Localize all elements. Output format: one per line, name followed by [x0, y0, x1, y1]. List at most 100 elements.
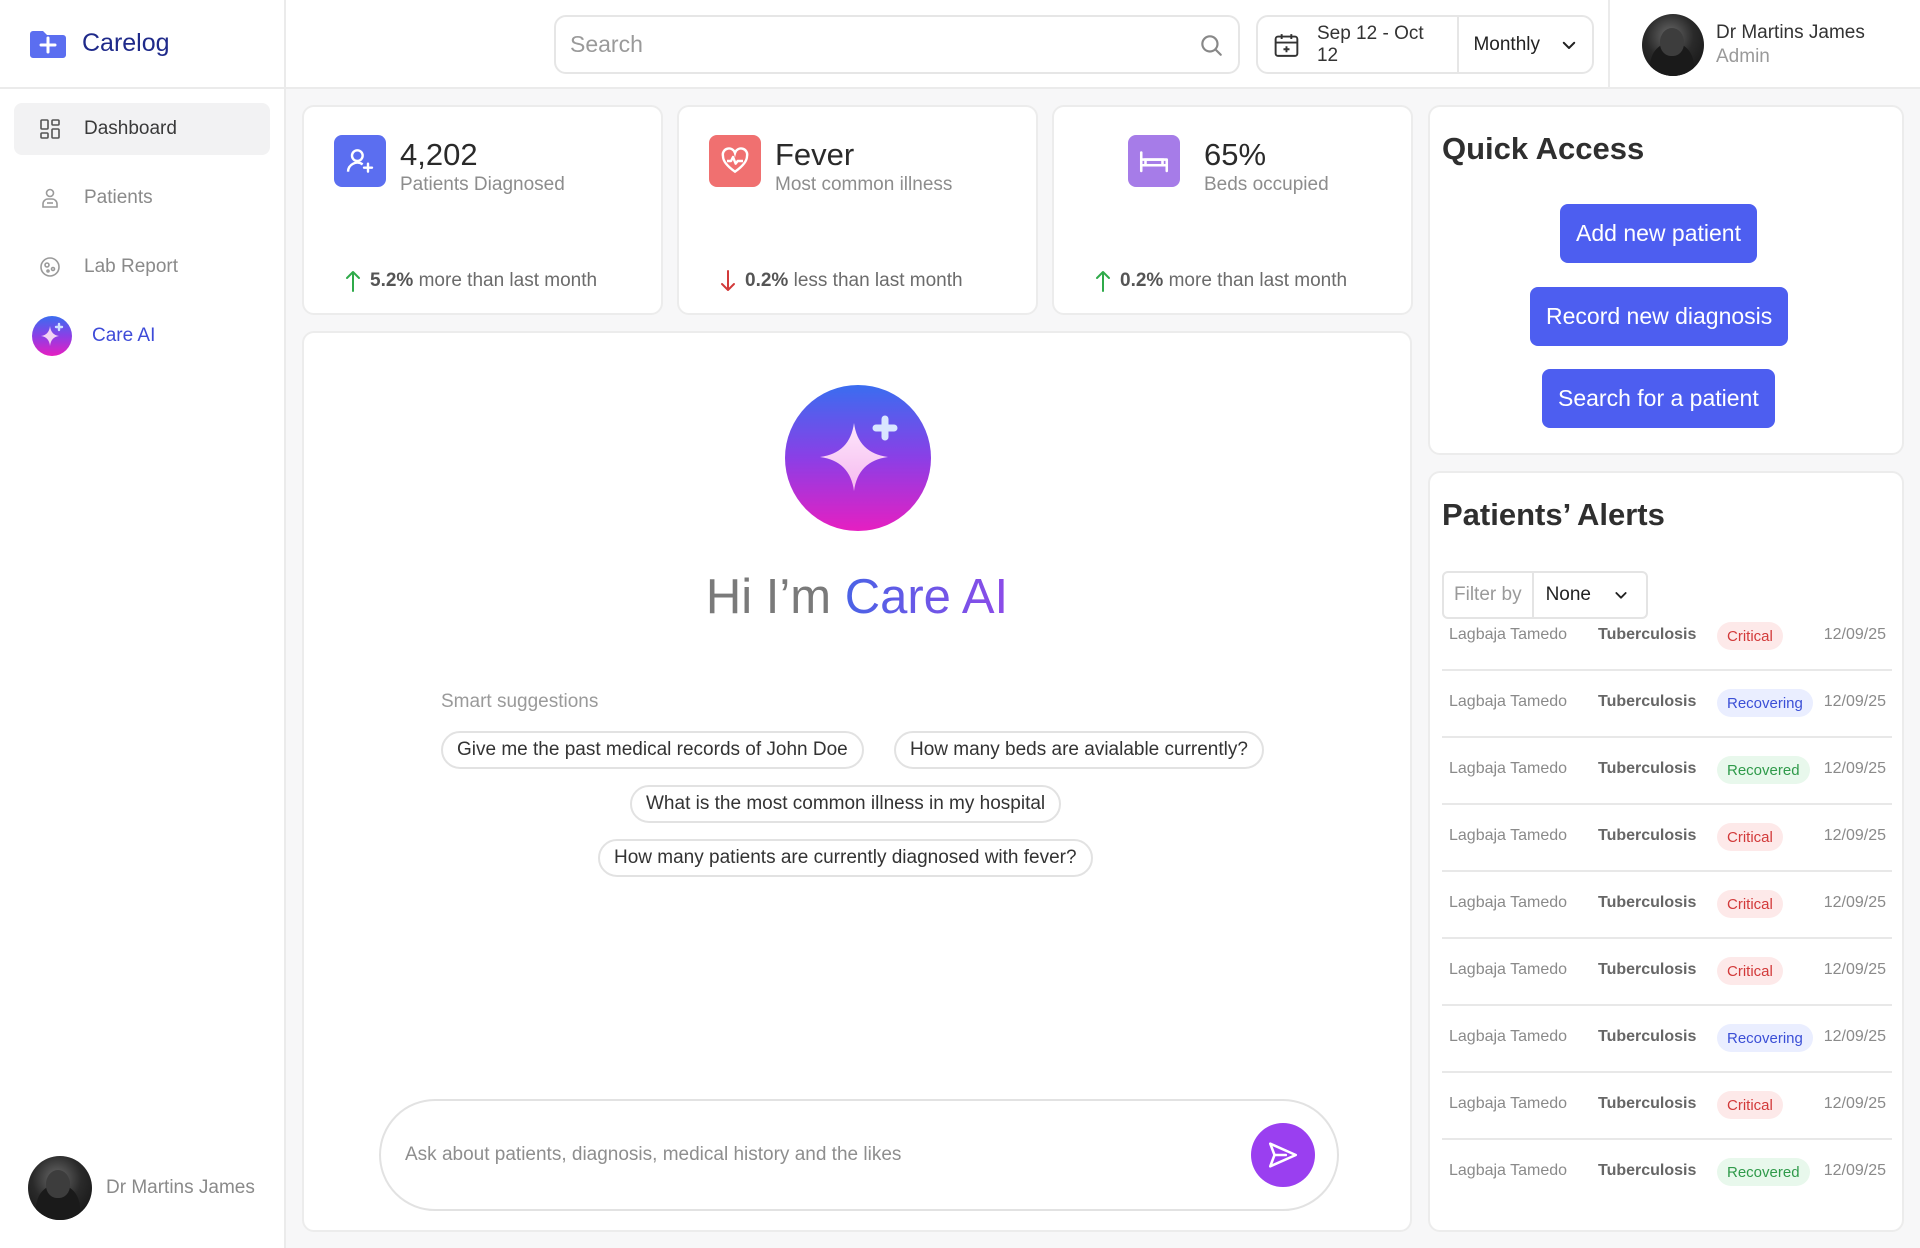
bed-icon [1128, 135, 1180, 187]
trend-text: more than last month [418, 270, 598, 291]
search-input[interactable] [570, 31, 1198, 58]
status-badge: Critical [1717, 890, 1783, 918]
stat-label: Most common illness [775, 174, 953, 195]
condition: Tuberculosis [1598, 1095, 1697, 1112]
care-ai-logo [785, 385, 931, 531]
ask-input[interactable] [405, 1144, 1251, 1166]
suggestion-chip[interactable]: How many patients are currently diagnose… [598, 839, 1093, 877]
add-new-patient-button[interactable]: Add new patient [1560, 204, 1757, 263]
date-range-picker[interactable]: Sep 12 - Oct 12 [1258, 17, 1460, 72]
send-icon [1268, 1142, 1298, 1168]
sidebar-user[interactable]: Dr Martins James [28, 1156, 255, 1220]
status-badge: Critical [1717, 622, 1783, 650]
sidebar-item-care-ai[interactable]: Care AI [14, 310, 270, 362]
user-profile[interactable]: Dr Martins James Admin [1608, 0, 1920, 89]
quick-access-title: Quick Access [1442, 131, 1645, 166]
stat-trend: 5.2% more than last month [344, 269, 597, 293]
patient-name: Lagbaja Tamedo [1449, 760, 1568, 777]
status-badge: Recovering [1717, 689, 1813, 717]
table-row[interactable]: Lagbaja Tamedo Tuberculosis Recovered 12/09… [1442, 738, 1892, 805]
patients-alerts-panel: Patients’ Alerts Filter by None Lagbaja … [1428, 471, 1904, 1232]
alert-date: 12/09/25 [1823, 760, 1886, 777]
alert-date: 12/09/25 [1823, 894, 1886, 911]
alert-date: 12/09/25 [1823, 827, 1886, 844]
date-filter: Sep 12 - Oct 12 Monthly [1256, 15, 1594, 74]
brand-name: Carelog [82, 29, 170, 57]
suggestion-chip[interactable]: Give me the past medical records of John… [441, 731, 864, 769]
trend-value: 0.2% [745, 270, 789, 291]
sidebar-user-name: Dr Martins James [106, 1177, 255, 1198]
arrow-up-icon [346, 271, 360, 292]
sidebar-item-label: Lab Report [84, 256, 179, 277]
sparkle-icon [820, 415, 898, 491]
condition: Tuberculosis [1598, 827, 1697, 844]
ask-bar [379, 1099, 1339, 1211]
brand[interactable]: Carelog [0, 0, 284, 89]
table-row[interactable]: Lagbaja Tamedo Tuberculosis Critical 12/09/… [1442, 939, 1892, 1006]
stat-card-patients-diagnosed: 4,202 Patients Diagnosed 5.2% more than … [302, 105, 663, 315]
search-icon[interactable] [1198, 32, 1224, 58]
sidebar-nav: Dashboard Patients Lab Report Care AI [0, 89, 284, 362]
trend-text: less than last month [793, 270, 963, 291]
sidebar-item-dashboard[interactable]: Dashboard [14, 103, 270, 155]
alert-date: 12/09/25 [1823, 1095, 1886, 1112]
table-row[interactable]: Lagbaja Tamedo Tuberculosis Critical 12/09/… [1442, 604, 1892, 671]
alert-date: 12/09/25 [1823, 626, 1886, 643]
user-name: Dr Martins James [1716, 21, 1865, 43]
condition: Tuberculosis [1598, 693, 1697, 710]
patient-icon [42, 188, 58, 208]
status-badge: Critical [1717, 957, 1783, 985]
stat-value: Fever [775, 137, 855, 172]
sparkle-icon [32, 316, 72, 356]
condition: Tuberculosis [1598, 626, 1697, 643]
grid-icon [40, 119, 60, 139]
suggestion-chip[interactable]: How many beds are avialable currently? [894, 731, 1264, 769]
table-row[interactable]: Lagbaja Tamedo Tuberculosis Critical 12/09/… [1442, 872, 1892, 939]
trend-value: 0.2% [1120, 270, 1164, 291]
patient-name: Lagbaja Tamedo [1449, 1095, 1568, 1112]
alert-date: 12/09/25 [1823, 1162, 1886, 1179]
stat-value: 65% [1204, 137, 1267, 172]
trend-text: more than last month [1168, 270, 1348, 291]
send-button[interactable] [1251, 1123, 1315, 1187]
record-new-diagnosis-button[interactable]: Record new diagnosis [1530, 287, 1789, 346]
patient-name: Lagbaja Tamedo [1449, 894, 1568, 911]
table-row[interactable]: Lagbaja Tamedo Tuberculosis Critical 12/09/… [1442, 1073, 1892, 1140]
patient-name: Lagbaja Tamedo [1449, 693, 1568, 710]
search-patient-button[interactable]: Search for a patient [1542, 369, 1775, 428]
sidebar: Carelog Dashboard Patients Lab Report Ca… [0, 0, 286, 1248]
date-range-text: Sep 12 - Oct 12 [1316, 22, 1424, 66]
table-row[interactable]: Lagbaja Tamedo Tuberculosis Recovered 12/09… [1442, 1140, 1892, 1207]
ai-name: Care AI [844, 570, 1009, 624]
patient-name: Lagbaja Tamedo [1449, 961, 1568, 978]
avatar [28, 1156, 92, 1220]
sidebar-item-patients[interactable]: Patients [14, 172, 270, 224]
status-badge: Recovered [1717, 756, 1810, 784]
table-row[interactable]: Lagbaja Tamedo Tuberculosis Recovering 12/0… [1442, 671, 1892, 738]
stat-trend: 0.2% less than last month [719, 269, 963, 293]
chevron-down-icon [1562, 41, 1576, 49]
stat-label: Patients Diagnosed [400, 174, 565, 195]
period-value: Monthly [1473, 33, 1540, 55]
stat-card-common-illness: Fever Most common illness 0.2% less than… [677, 105, 1038, 315]
filter-select[interactable]: None [1534, 584, 1641, 606]
stat-trend: 0.2% more than last month [1094, 269, 1347, 293]
folder-plus-icon [30, 30, 66, 58]
arrow-down-icon [721, 270, 735, 291]
condition: Tuberculosis [1598, 961, 1697, 978]
suggestion-chip[interactable]: What is the most common illness in my ho… [630, 785, 1062, 823]
alert-date: 12/09/25 [1823, 961, 1886, 978]
table-row[interactable]: Lagbaja Tamedo Tuberculosis Critical 12/09/… [1442, 805, 1892, 872]
condition: Tuberculosis [1598, 894, 1697, 911]
lab-icon [40, 257, 60, 277]
chevron-down-icon [1615, 592, 1627, 599]
alert-date: 12/09/25 [1823, 1028, 1886, 1045]
sidebar-item-label: Patients [84, 187, 153, 208]
search-bar[interactable] [554, 15, 1240, 74]
sidebar-item-lab-report[interactable]: Lab Report [14, 241, 270, 293]
period-select[interactable]: Monthly [1459, 34, 1592, 56]
greeting-text: Hi I’m [705, 570, 845, 624]
table-row[interactable]: Lagbaja Tamedo Tuberculosis Recovering 12/0… [1442, 1006, 1892, 1073]
status-badge: Recovering [1717, 1024, 1813, 1052]
quick-access-panel: Quick Access Add new patient Record new … [1428, 105, 1904, 455]
